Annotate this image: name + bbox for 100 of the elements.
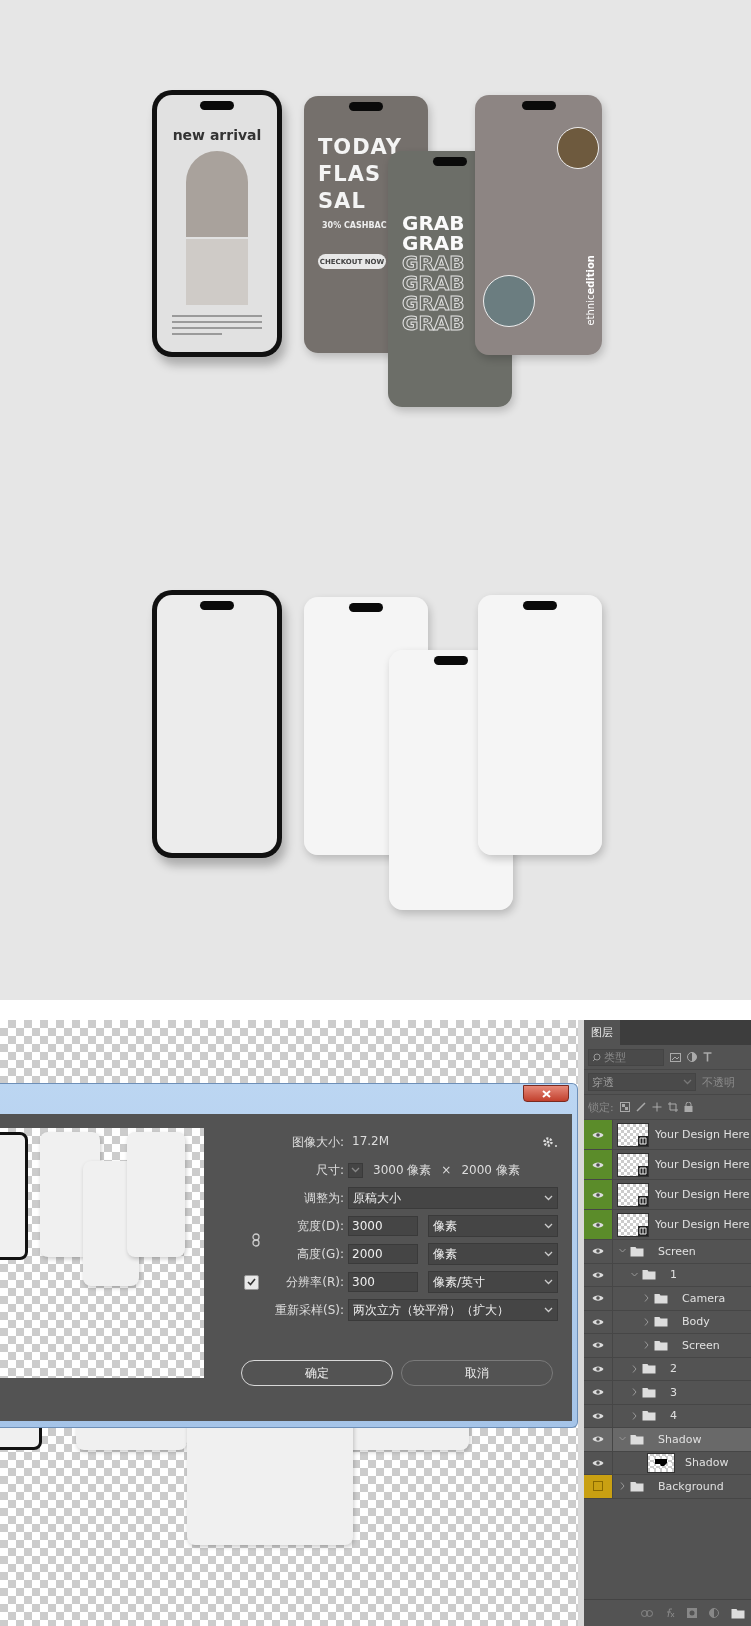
layer-row[interactable]: Screen: [584, 1240, 751, 1264]
checker-lock-icon[interactable]: [619, 1102, 630, 1112]
photo-placeholder: [557, 127, 599, 169]
adjustment-icon[interactable]: [709, 1608, 719, 1618]
blend-mode-dropdown[interactable]: 穿透: [588, 1073, 696, 1091]
unit-dropdown[interactable]: 像素: [428, 1215, 558, 1237]
chevron-icon[interactable]: [631, 1364, 638, 1373]
number-field[interactable]: 3000: [348, 1216, 418, 1236]
brush-icon[interactable]: [635, 1102, 646, 1112]
folder-icon: [642, 1386, 656, 1398]
effects-icon[interactable]: [665, 1608, 675, 1618]
ok-button[interactable]: 确定: [241, 1360, 393, 1386]
dimension-value: 2000 像素: [460, 1161, 520, 1179]
link-chain-icon[interactable]: [252, 1233, 260, 1247]
layer-row[interactable]: Camera: [584, 1287, 751, 1311]
link-icon[interactable]: [641, 1609, 653, 1617]
image-size-value: 17.2M: [351, 1133, 390, 1150]
visibility-toggle[interactable]: [584, 1210, 613, 1239]
caret-icon: [683, 1079, 692, 1085]
unit-dropdown[interactable]: 像素/英寸: [428, 1271, 558, 1293]
layer-row[interactable]: 1: [584, 1263, 751, 1287]
field-label: 宽度(D):: [296, 1217, 345, 1235]
layer-name: Your Design Here: [655, 1188, 750, 1201]
layer-row[interactable]: Your Design Here: [584, 1120, 751, 1150]
type-icon[interactable]: [703, 1052, 712, 1062]
caret-icon: [351, 1167, 360, 1173]
folder-icon: [630, 1480, 644, 1492]
field-label: 重新采样(S):: [273, 1301, 345, 1319]
caret-icon: [544, 1307, 553, 1313]
eye-icon: [592, 1130, 604, 1139]
caret-icon: [544, 1223, 553, 1229]
mask-icon[interactable]: [687, 1608, 697, 1618]
caret-icon: [544, 1195, 553, 1201]
crop-icon[interactable]: [667, 1102, 678, 1112]
layer-row[interactable]: Your Design Here: [584, 1180, 751, 1210]
promo-word: GRAB: [402, 313, 465, 333]
number-field[interactable]: 2000: [348, 1244, 418, 1264]
visibility-toggle[interactable]: [584, 1180, 613, 1209]
chevron-icon[interactable]: [631, 1388, 638, 1397]
caret-icon: [544, 1279, 553, 1285]
layer-row[interactable]: Shadow: [584, 1451, 751, 1475]
layer-row[interactable]: Screen: [584, 1334, 751, 1358]
folder-icon: [654, 1292, 668, 1304]
layer-row[interactable]: Body: [584, 1310, 751, 1334]
eye-icon: [592, 1317, 604, 1326]
layer-name: Body: [682, 1315, 710, 1329]
panel-tab[interactable]: 图层: [584, 1020, 620, 1045]
visibility-toggle[interactable]: [584, 1120, 613, 1149]
eye-icon: [592, 1458, 604, 1467]
layer-name: Your Design Here: [655, 1218, 750, 1231]
fit-to-dropdown[interactable]: 原稿大小: [348, 1187, 558, 1209]
layer-name: Camera: [682, 1291, 726, 1305]
layer-row[interactable]: Shadow: [584, 1428, 751, 1452]
chevron-icon[interactable]: [631, 1270, 638, 1279]
close-button[interactable]: [523, 1085, 569, 1102]
lock-icon[interactable]: [683, 1102, 693, 1112]
layer-row[interactable]: 4: [584, 1404, 751, 1428]
camera-notch: [523, 601, 557, 610]
camera-notch: [349, 603, 383, 612]
photo-placeholder: [186, 239, 248, 305]
field-label: 高度(G):: [296, 1245, 345, 1263]
folder-icon: [654, 1316, 668, 1328]
resample-checkbox[interactable]: [244, 1274, 259, 1290]
dimensions-dropdown[interactable]: [348, 1162, 363, 1178]
eye-icon: [592, 1388, 604, 1397]
camera-notch: [434, 656, 468, 665]
search-icon: [592, 1052, 601, 1062]
layer-row[interactable]: 2: [584, 1357, 751, 1381]
folder-icon: [642, 1410, 656, 1422]
chevron-icon[interactable]: [619, 1482, 626, 1491]
smart-object-icon: [638, 1225, 648, 1236]
layer-name: Screen: [682, 1338, 720, 1352]
visibility-toggle[interactable]: [584, 1475, 613, 1498]
layer-name: Shadow: [685, 1456, 729, 1470]
eye-icon: [592, 1270, 604, 1279]
field-label: 图像大小:: [290, 1133, 345, 1151]
eye-icon: [592, 1341, 604, 1350]
folder-icon: [630, 1245, 644, 1257]
layer-row[interactable]: Your Design Here: [584, 1150, 751, 1180]
chevron-icon[interactable]: [643, 1341, 650, 1350]
move-icon[interactable]: [651, 1102, 662, 1112]
chevron-icon[interactable]: [643, 1317, 650, 1326]
chevron-icon[interactable]: [643, 1294, 650, 1303]
layer-row[interactable]: Your Design Here: [584, 1210, 751, 1240]
number-field[interactable]: 300: [348, 1272, 418, 1292]
folder-icon: [654, 1339, 668, 1351]
layer-row[interactable]: Background: [584, 1475, 751, 1499]
resample-dropdown[interactable]: 两次立方（较平滑）（扩大）: [348, 1299, 558, 1321]
promo-title: SAL: [318, 188, 367, 215]
unit-dropdown[interactable]: 像素: [428, 1243, 558, 1265]
chevron-icon[interactable]: [631, 1411, 638, 1420]
settings-icon[interactable]: [542, 1136, 558, 1148]
half-circle-icon[interactable]: [687, 1052, 697, 1062]
layer-row[interactable]: 3: [584, 1381, 751, 1405]
cancel-button[interactable]: 取消: [401, 1360, 553, 1386]
visibility-toggle[interactable]: [584, 1150, 613, 1179]
field-label: 尺寸:: [314, 1161, 345, 1179]
image-icon[interactable]: [670, 1052, 681, 1062]
close-icon: [541, 1089, 551, 1098]
layer-name: 1: [670, 1268, 677, 1282]
